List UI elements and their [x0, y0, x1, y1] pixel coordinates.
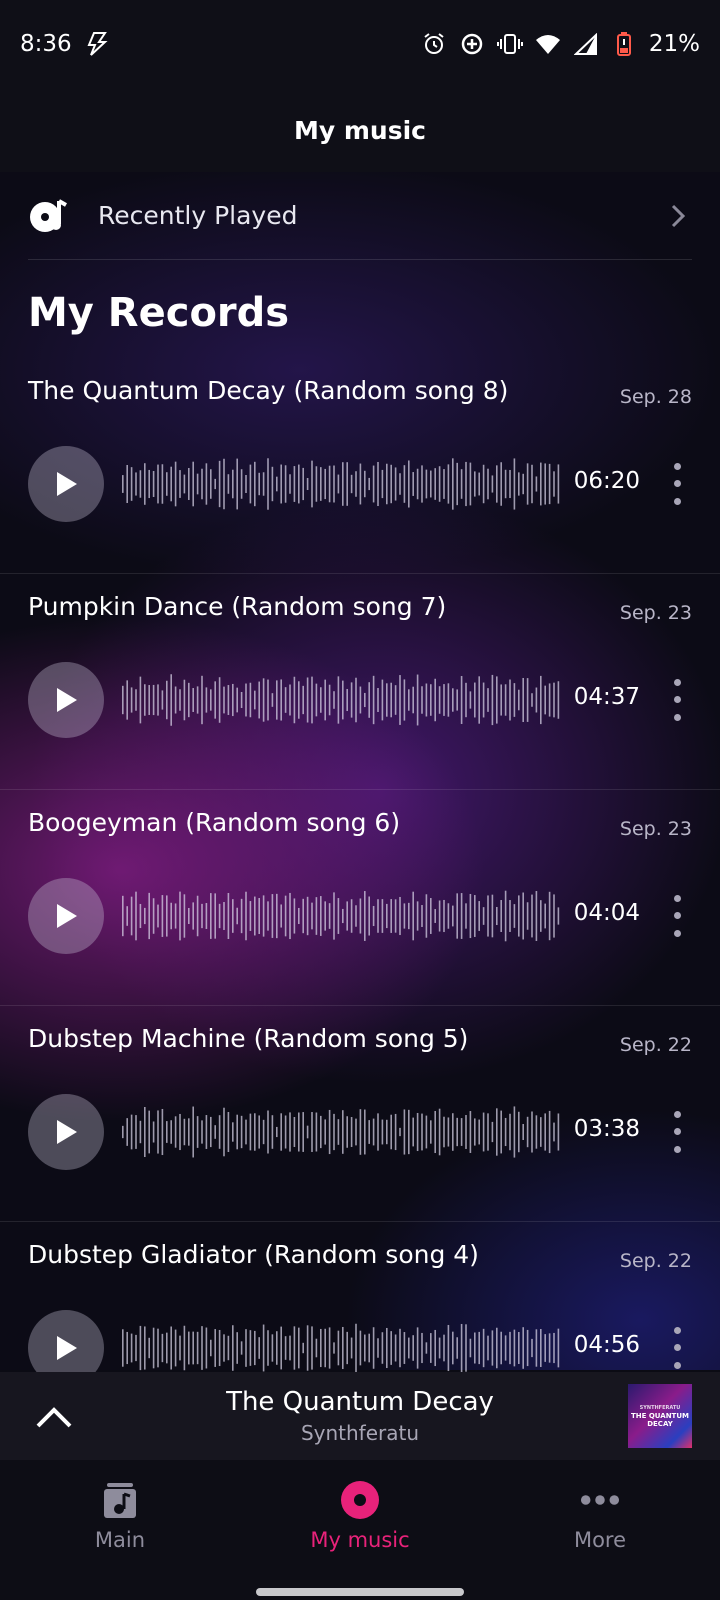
play-button[interactable]	[28, 878, 104, 954]
play-icon	[57, 904, 77, 928]
nav-more[interactable]: More	[500, 1480, 700, 1552]
more-options-button[interactable]	[662, 458, 692, 510]
waveform[interactable]	[120, 1104, 566, 1160]
album-art-small-text: SYNTHFERATU	[639, 1405, 681, 1411]
status-time: 8:36	[20, 31, 72, 57]
page-title: My music	[294, 115, 426, 145]
home-indicator[interactable]	[256, 1588, 464, 1596]
waveform[interactable]	[120, 672, 566, 728]
now-playing-title: The Quantum Decay	[226, 1387, 494, 1417]
song-item[interactable]: Pumpkin Dance (Random song 7) Sep. 23 04…	[0, 574, 720, 790]
album-art-text: THE QUANTUM DECAY	[631, 1412, 689, 1428]
bottom-nav: Main My music More	[0, 1460, 720, 1600]
more-dots-icon	[580, 1480, 620, 1520]
song-duration: 04:04	[573, 900, 640, 926]
song-title: Dubstep Machine (Random song 5)	[28, 1024, 469, 1053]
waveform[interactable]	[120, 456, 566, 512]
song-item[interactable]: The Quantum Decay (Random song 8) Sep. 2…	[0, 358, 720, 574]
data-saver-icon	[459, 31, 485, 57]
song-item[interactable]: Boogeyman (Random song 6) Sep. 23 04:04	[0, 790, 720, 1006]
song-date: Sep. 22	[619, 1250, 692, 1272]
play-icon	[57, 688, 77, 712]
mini-player[interactable]: The Quantum Decay Synthferatu SYNTHFERAT…	[0, 1372, 720, 1460]
chevron-right-icon	[662, 201, 692, 231]
chevron-up-icon[interactable]	[34, 1398, 74, 1434]
song-date: Sep. 23	[619, 602, 692, 624]
waveform[interactable]	[120, 1320, 566, 1376]
play-icon	[57, 1120, 77, 1144]
album-art[interactable]: SYNTHFERATU THE QUANTUM DECAY	[628, 1384, 692, 1448]
vibrate-icon	[496, 31, 523, 57]
song-duration: 04:56	[573, 1332, 640, 1358]
play-icon	[57, 1336, 77, 1360]
song-title: Pumpkin Dance (Random song 7)	[28, 592, 447, 621]
song-date: Sep. 28	[619, 386, 692, 408]
now-playing-artist: Synthferatu	[300, 1421, 420, 1445]
play-button[interactable]	[28, 662, 104, 738]
app-bar: My music	[0, 88, 720, 172]
nav-label: My music	[310, 1528, 410, 1552]
recently-played-label: Recently Played	[98, 201, 298, 230]
play-icon	[57, 472, 77, 496]
more-options-button[interactable]	[662, 1322, 692, 1374]
signal-icon	[573, 31, 599, 57]
play-button[interactable]	[28, 446, 104, 522]
recent-music-icon	[28, 196, 68, 236]
alarm-icon	[421, 31, 447, 57]
more-options-button[interactable]	[662, 1106, 692, 1158]
battery-percent: 21%	[648, 31, 700, 57]
play-button[interactable]	[28, 1094, 104, 1170]
battery-icon	[611, 31, 637, 57]
nav-my-music[interactable]: My music	[260, 1480, 460, 1552]
song-list: The Quantum Decay (Random song 8) Sep. 2…	[0, 358, 720, 1438]
song-date: Sep. 23	[619, 818, 692, 840]
song-date: Sep. 22	[619, 1034, 692, 1056]
nav-label: More	[573, 1528, 627, 1552]
song-title: The Quantum Decay (Random song 8)	[28, 376, 509, 405]
nav-main[interactable]: Main	[20, 1480, 220, 1552]
more-options-button[interactable]	[662, 674, 692, 726]
more-options-button[interactable]	[662, 890, 692, 942]
section-title: My Records	[28, 290, 290, 336]
song-duration: 04:37	[573, 684, 640, 710]
status-bar: 8:36 21%	[0, 0, 720, 88]
waveform[interactable]	[120, 888, 566, 944]
song-title: Dubstep Gladiator (Random song 4)	[28, 1240, 479, 1269]
recently-played-row[interactable]: Recently Played	[28, 172, 692, 260]
song-item[interactable]: Dubstep Machine (Random song 5) Sep. 22 …	[0, 1006, 720, 1222]
record-icon	[340, 1480, 380, 1520]
song-title: Boogeyman (Random song 6)	[28, 808, 401, 837]
nav-label: Main	[94, 1528, 146, 1552]
wifi-icon	[535, 31, 561, 57]
flash-icon	[84, 31, 110, 57]
song-duration: 06:20	[573, 468, 640, 494]
song-duration: 03:38	[573, 1116, 640, 1142]
music-note-icon	[100, 1480, 140, 1520]
